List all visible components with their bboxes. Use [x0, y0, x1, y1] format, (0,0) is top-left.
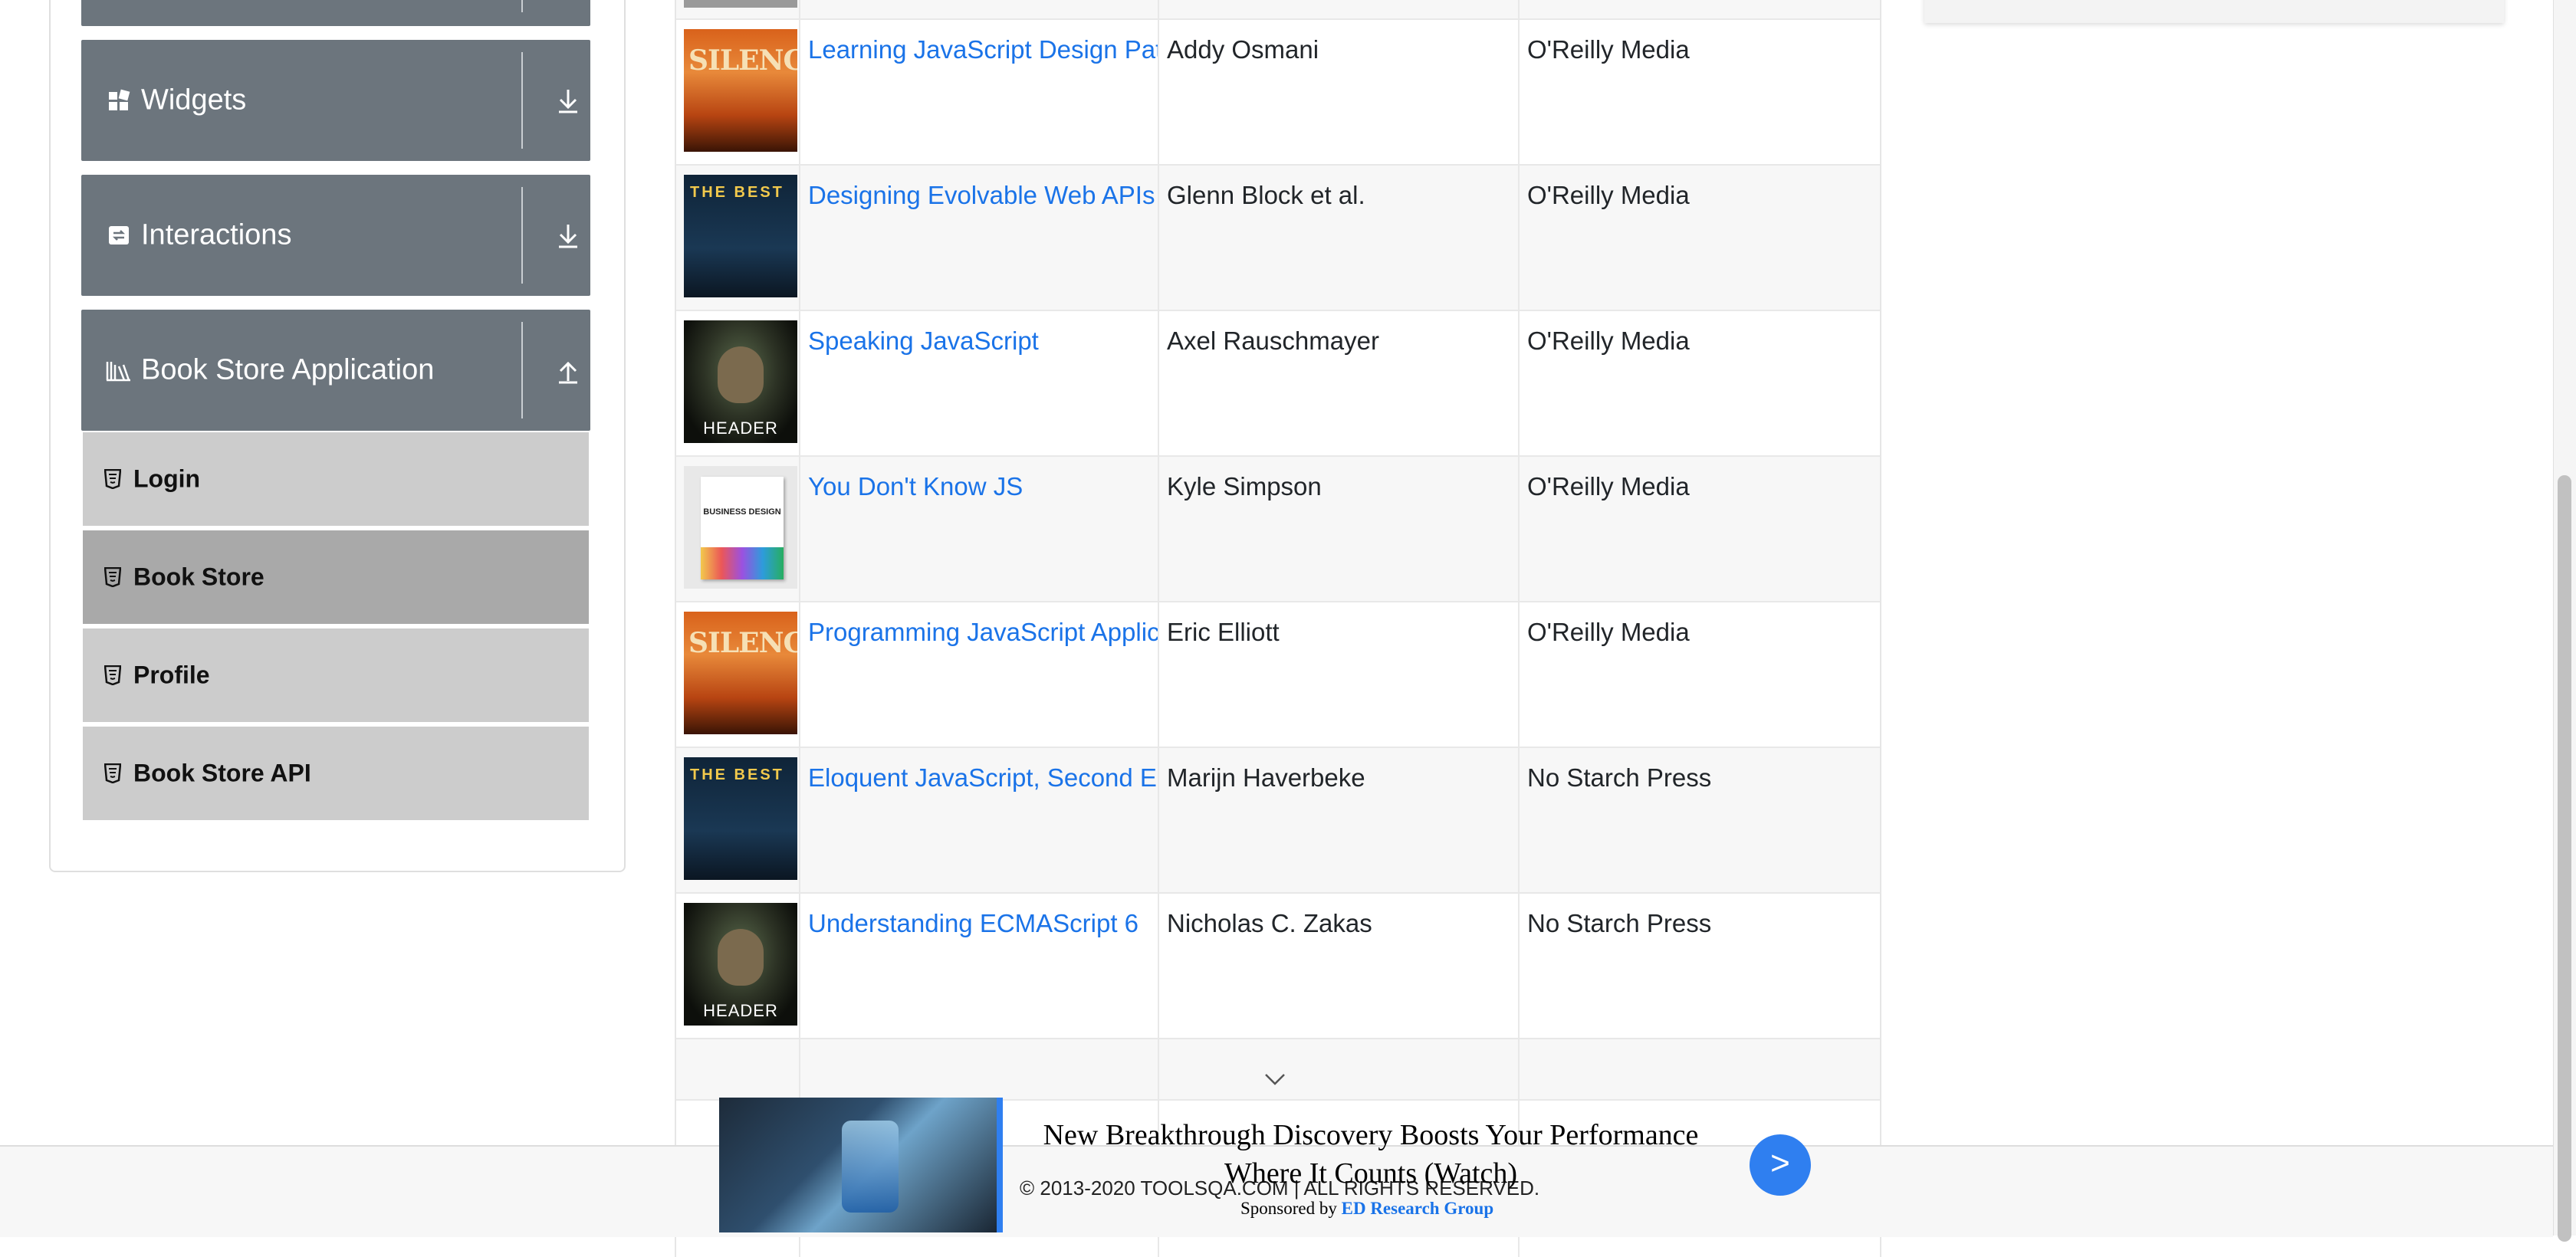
- ad-next-button[interactable]: >: [1750, 1134, 1811, 1196]
- book-publisher: O'Reilly Media: [1527, 327, 1690, 355]
- chevron-down-icon[interactable]: [1263, 1072, 1286, 1088]
- sidebar-item-profile[interactable]: Profile: [83, 628, 589, 724]
- table-row: SILENCE Learning JavaScript Design Patte…: [676, 20, 1880, 166]
- book-title-link[interactable]: Eloquent JavaScript, Second Edition: [808, 763, 1159, 793]
- sidebar-group-book-store-application[interactable]: Book Store Application: [81, 310, 590, 431]
- book-cover: SILENCE: [684, 29, 797, 152]
- interactions-icon: [109, 226, 129, 245]
- book-author: Addy Osmani: [1167, 35, 1319, 64]
- book-publisher: O'Reilly Media: [1527, 472, 1690, 501]
- sidebar-item-book-store[interactable]: Book Store: [83, 530, 589, 625]
- table-row: THE BEST Eloquent JavaScript, Second Edi…: [676, 748, 1880, 894]
- table-row-empty: [676, 1039, 1880, 1101]
- download-arrow-icon[interactable]: [555, 220, 581, 251]
- sidebar-group-label: Book Store Application: [141, 353, 435, 386]
- sidebar-item-label: Login: [133, 464, 201, 493]
- book-title-link[interactable]: Speaking JavaScript: [808, 327, 1159, 356]
- group-separator: [521, 322, 523, 418]
- table-row: BUSINESS DESIGN You Don't Know JS Kyle S…: [676, 457, 1880, 602]
- book-publisher: O'Reilly Media: [1527, 181, 1690, 209]
- book-author: Nicholas C. Zakas: [1167, 909, 1372, 937]
- ad-sponsor-line: Sponsored by ED Research Group: [1240, 1199, 1493, 1219]
- column-divider: [1158, 0, 1159, 1257]
- book-cover: HEADER: [684, 320, 797, 443]
- ad-sponsor-name[interactable]: ED Research Group: [1342, 1199, 1494, 1218]
- book-publisher: O'Reilly Media: [1527, 618, 1690, 646]
- sidebar-item-label: Profile: [133, 661, 210, 689]
- book-title-link[interactable]: Designing Evolvable Web APIs with ASP.NE…: [808, 181, 1159, 210]
- column-divider: [799, 0, 800, 1257]
- book-cover: HEADER: [684, 903, 797, 1026]
- sidebar-group-label: Widgets: [141, 84, 247, 117]
- ad-image[interactable]: [719, 1098, 1003, 1232]
- ad-headline[interactable]: New Breakthrough Discovery Boosts Your P…: [1026, 1116, 1716, 1193]
- table-row: SILENCE Programming JavaScript Applicati…: [676, 602, 1880, 748]
- upload-arrow-icon[interactable]: [555, 355, 581, 386]
- sidebar-group-interactions[interactable]: Interactions: [81, 175, 590, 296]
- book-cover: BUSINESS DESIGN: [684, 466, 797, 589]
- table-row: HEADER Speaking JavaScript Axel Rauschma…: [676, 311, 1880, 457]
- sidebar-item-login[interactable]: Login: [83, 432, 589, 527]
- html5-shield-icon: [104, 567, 121, 587]
- widgets-grid-icon: [109, 89, 130, 110]
- book-publisher: O'Reilly Media: [1527, 35, 1690, 64]
- book-author: Kyle Simpson: [1167, 472, 1322, 501]
- sidebar-group-partial[interactable]: [81, 0, 590, 26]
- group-separator: [521, 187, 523, 284]
- book-author: Eric Elliott: [1167, 618, 1280, 646]
- book-title-link[interactable]: Programming JavaScript Applications: [808, 618, 1159, 647]
- html5-shield-icon: [104, 469, 121, 489]
- book-title-link[interactable]: Learning JavaScript Design Patterns: [808, 35, 1159, 64]
- download-arrow-icon[interactable]: [555, 85, 581, 116]
- book-title-link[interactable]: Understanding ECMAScript 6: [808, 909, 1159, 938]
- table-row: HEADER Understanding ECMAScript 6 Nichol…: [676, 894, 1880, 1039]
- sidebar-item-book-store-api[interactable]: Book Store API: [83, 727, 589, 822]
- sidebar-item-label: Book Store: [133, 563, 264, 591]
- book-cover: THE BEST: [684, 757, 797, 880]
- group-separator: [521, 0, 523, 12]
- book-author: Axel Rauschmayer: [1167, 327, 1379, 355]
- html5-shield-icon: [104, 763, 121, 783]
- table-row-partial: [676, 0, 1880, 20]
- right-panel: [1924, 0, 2504, 23]
- column-divider: [1518, 0, 1520, 1257]
- book-title-link[interactable]: You Don't Know JS: [808, 472, 1159, 501]
- books-table: SILENCE Learning JavaScript Design Patte…: [675, 0, 1881, 1257]
- html5-shield-icon: [104, 665, 121, 685]
- scrollbar-thumb[interactable]: [2558, 475, 2571, 1242]
- book-author: Marijn Haverbeke: [1167, 763, 1365, 792]
- sponsored-ad[interactable]: New Breakthrough Discovery Boosts Your P…: [719, 1098, 1811, 1232]
- library-books-icon: [106, 362, 130, 382]
- book-publisher: No Starch Press: [1527, 909, 1712, 937]
- group-separator: [521, 52, 523, 149]
- sidebar-group-label: Interactions: [141, 218, 292, 251]
- book-cover: SILENCE: [684, 612, 797, 734]
- ad-sponsored-by: Sponsored by: [1240, 1199, 1337, 1218]
- book-publisher: No Starch Press: [1527, 763, 1712, 792]
- book-author: Glenn Block et al.: [1167, 181, 1365, 209]
- sidebar-item-label: Book Store API: [133, 759, 311, 787]
- table-row: THE BEST Designing Evolvable Web APIs wi…: [676, 166, 1880, 311]
- book-cover: [684, 0, 797, 8]
- book-cover: THE BEST: [684, 175, 797, 297]
- sidebar-group-widgets[interactable]: Widgets: [81, 40, 590, 161]
